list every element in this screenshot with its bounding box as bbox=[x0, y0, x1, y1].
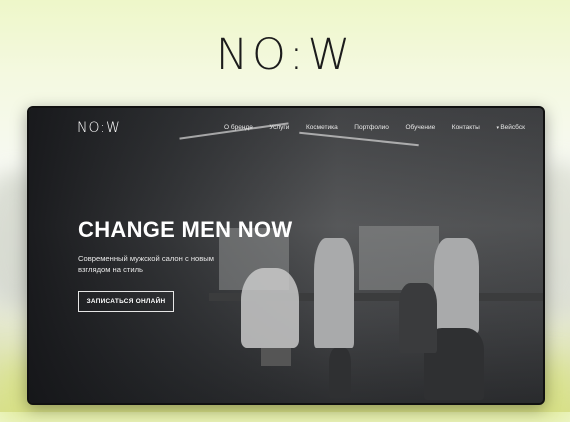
book-online-button[interactable]: ЗАПИСАТЬСЯ ОНЛАЙН bbox=[78, 291, 174, 312]
nav-item-education[interactable]: Обучение bbox=[405, 124, 435, 131]
website-preview-window: NO:W О бренде Услуги Косметика Портфолио… bbox=[27, 106, 545, 405]
nav-item-contacts[interactable]: Контакты bbox=[452, 124, 480, 131]
site-logo[interactable]: NO:W bbox=[77, 120, 121, 136]
ceiling-light bbox=[299, 131, 419, 147]
hero-subtitle: Современный мужской салон с новым взгляд… bbox=[78, 254, 214, 274]
main-navigation: О бренде Услуги Косметика Портфолио Обуч… bbox=[224, 124, 525, 131]
nav-item-portfolio[interactable]: Портфолио bbox=[354, 124, 389, 131]
nav-item-about[interactable]: О бренде bbox=[224, 124, 253, 131]
salon-mirror bbox=[359, 226, 439, 290]
brand-logo: NO:W bbox=[215, 30, 355, 80]
barber-cape-client bbox=[241, 268, 299, 348]
nav-item-city-select[interactable]: Вейсбск bbox=[496, 124, 525, 131]
barber-figure bbox=[314, 238, 354, 348]
barber-chair-base bbox=[261, 348, 291, 366]
seated-client bbox=[399, 283, 437, 353]
nav-item-cosmetics[interactable]: Косметика bbox=[306, 124, 338, 131]
barber-legs bbox=[329, 348, 351, 398]
nav-item-services[interactable]: Услуги bbox=[269, 124, 289, 131]
hero-headline: CHANGE MEN NOW bbox=[78, 217, 293, 242]
barber-figure-right bbox=[434, 238, 479, 333]
